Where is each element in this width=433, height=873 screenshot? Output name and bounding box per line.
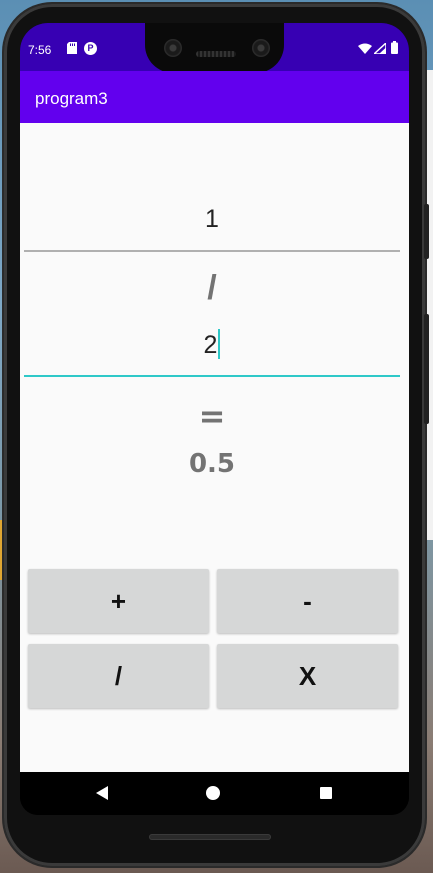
add-button[interactable]: + <box>28 569 209 633</box>
signal-icon <box>374 43 386 54</box>
app-title: program3 <box>35 89 108 108</box>
bottom-speaker <box>149 834 271 840</box>
app-bar: program3 <box>20 71 409 123</box>
first-input-underline <box>24 250 400 252</box>
sd-card-icon <box>67 42 77 54</box>
multiply-button[interactable]: X <box>217 644 398 708</box>
home-icon[interactable] <box>206 786 220 800</box>
phone-screen: 7:56 P program3 1 / 2 = 0.5 + - / X <box>20 23 409 815</box>
result-value: 0.5 <box>188 449 236 479</box>
navigation-bar <box>20 772 409 815</box>
p-icon: P <box>84 42 97 55</box>
front-camera-icon <box>252 39 270 57</box>
volume-button[interactable] <box>424 314 429 424</box>
battery-icon <box>391 41 398 54</box>
equals-symbol: = <box>198 397 226 435</box>
second-input-underline <box>24 375 400 377</box>
operator-symbol: / <box>207 269 217 307</box>
back-icon[interactable] <box>96 786 108 800</box>
second-number-value: 2 <box>203 331 218 359</box>
status-time: 7:56 <box>28 43 52 57</box>
divide-button[interactable]: / <box>28 644 209 708</box>
background-window-edge <box>426 70 433 540</box>
phone-frame: 7:56 P program3 1 / 2 = 0.5 + - / X <box>4 4 429 866</box>
text-cursor <box>218 329 221 359</box>
recent-apps-icon[interactable] <box>320 787 332 799</box>
front-camera-icon <box>164 39 182 57</box>
first-number-input[interactable]: 1 <box>24 205 400 234</box>
wifi-icon <box>358 43 372 54</box>
power-button[interactable] <box>424 204 429 259</box>
camera-notch <box>145 23 284 73</box>
first-number-value: 1 <box>205 205 219 233</box>
second-number-input[interactable]: 2 <box>24 329 400 360</box>
earpiece-speaker <box>196 51 236 57</box>
calculator-content: 1 / 2 = 0.5 + - / X <box>20 123 409 772</box>
subtract-button[interactable]: - <box>217 569 398 633</box>
